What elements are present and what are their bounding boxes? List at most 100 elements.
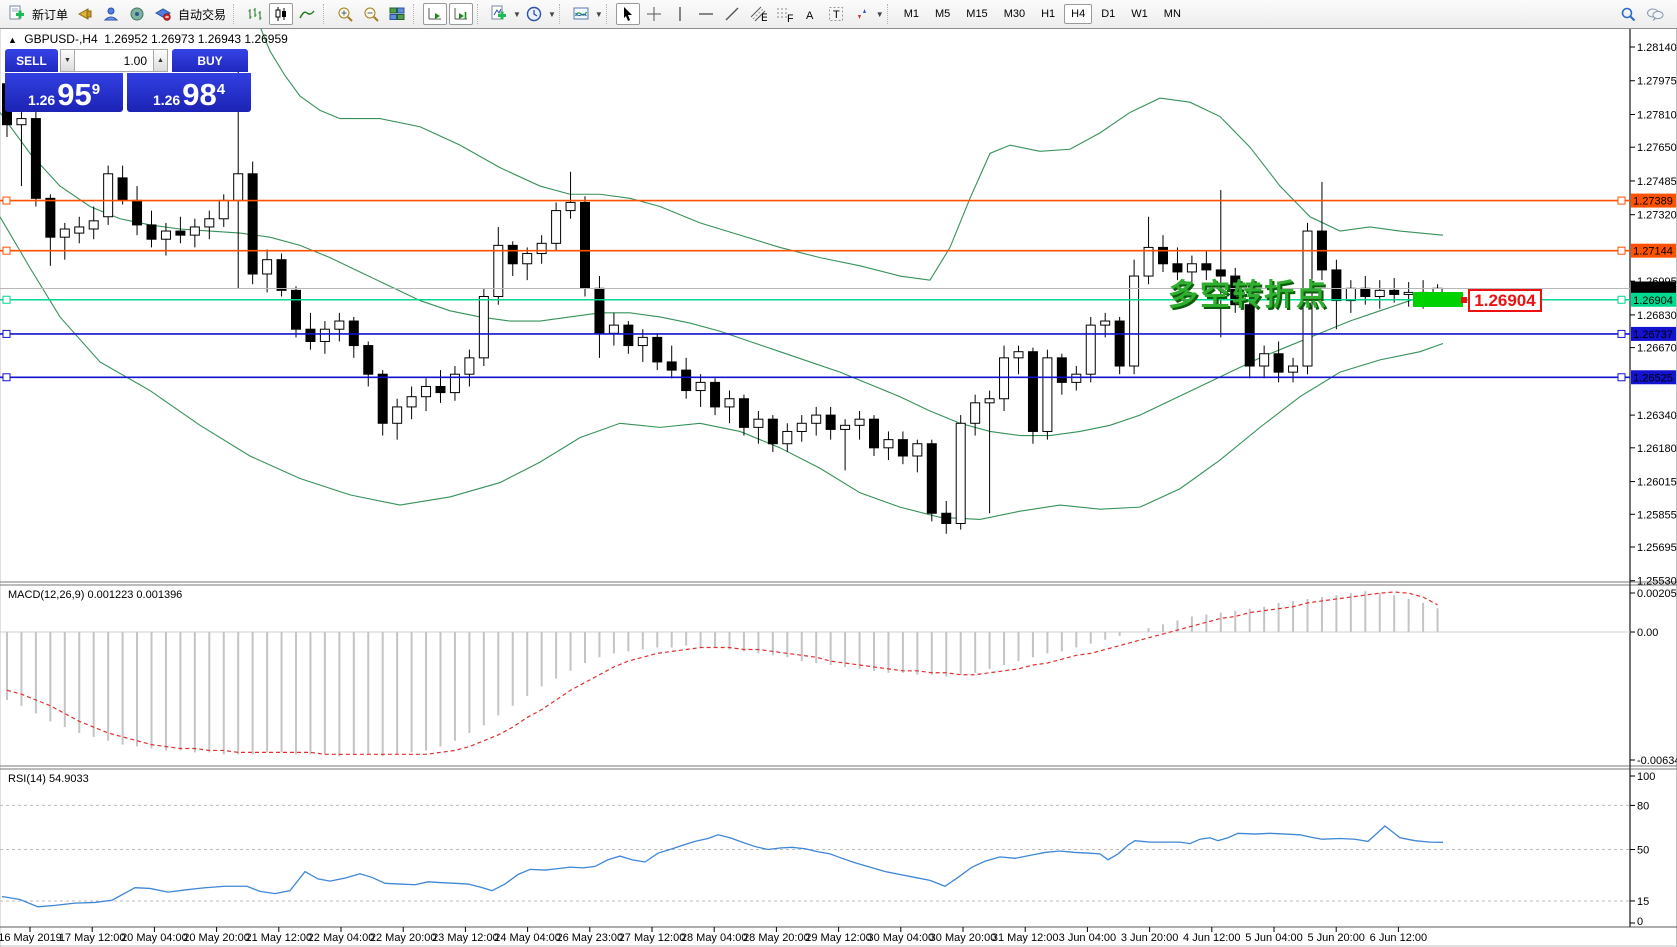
- sell-button[interactable]: SELL: [5, 49, 58, 72]
- periods-button[interactable]: [522, 3, 546, 25]
- text-label-tool-button[interactable]: T: [824, 3, 848, 25]
- candlestick: [552, 211, 561, 244]
- line-handle[interactable]: [1618, 296, 1625, 303]
- auto-trading-button[interactable]: [151, 3, 175, 25]
- candlestick: [638, 337, 647, 345]
- line-handle[interactable]: [1618, 247, 1625, 254]
- vertical-line-tool-button[interactable]: [668, 3, 692, 25]
- zoom-in-button[interactable]: [333, 3, 357, 25]
- templates-button[interactable]: [569, 3, 593, 25]
- ohlc-values: 1.26952 1.26973 1.26943 1.26959: [104, 32, 288, 46]
- candlestick: [479, 296, 488, 357]
- volume-decrease-button[interactable]: ▼: [60, 49, 75, 72]
- time-axis-label: 29 May 12:00: [805, 932, 872, 944]
- chart-canvas[interactable]: 1.281401.279751.278101.276501.274851.273…: [0, 0, 1677, 947]
- timeframe-m30[interactable]: M30: [997, 4, 1032, 24]
- search-button[interactable]: [1616, 3, 1640, 25]
- time-axis-label: 24 May 04:00: [494, 932, 561, 944]
- svg-text:80: 80: [1637, 800, 1649, 812]
- candlestick: [320, 329, 329, 341]
- indicators-button[interactable]: [487, 3, 511, 25]
- turning-point-annotation[interactable]: 多空转折点: [1168, 270, 1328, 314]
- toolbar-separator: [323, 4, 329, 24]
- candlestick: [422, 386, 431, 396]
- horizontal-line-tool-button[interactable]: [694, 3, 718, 25]
- candlestick: [1144, 247, 1153, 276]
- line-handle[interactable]: [1618, 330, 1625, 337]
- crosshair-tool-button[interactable]: [642, 3, 666, 25]
- candlestick: [1115, 321, 1124, 366]
- tile-windows-icon: [388, 5, 406, 23]
- candlestick: [566, 202, 575, 210]
- timeframe-m15[interactable]: M15: [959, 4, 994, 24]
- collapse-triangle-icon[interactable]: ▲: [8, 35, 17, 45]
- bar-chart-type-button[interactable]: [243, 3, 267, 25]
- timeframe-mn[interactable]: MN: [1157, 4, 1188, 24]
- line-handle[interactable]: [3, 296, 10, 303]
- fibonacci-tool-button[interactable]: F: [772, 3, 796, 25]
- candlestick: [393, 407, 402, 423]
- indicators-dropdown-caret[interactable]: ▼: [513, 10, 521, 19]
- buy-price-button[interactable]: 1.26 98 4: [127, 73, 251, 112]
- svg-text:1.27810: 1.27810: [1637, 109, 1677, 121]
- chat-button[interactable]: [1642, 3, 1668, 25]
- toolbar-separator: [477, 4, 483, 24]
- candlestick: [104, 174, 113, 217]
- timeframe-m5[interactable]: M5: [928, 4, 957, 24]
- green-highlight-rectangle[interactable]: [1413, 292, 1463, 307]
- arrows-dropdown-caret[interactable]: ▼: [876, 10, 884, 19]
- timeframe-h4[interactable]: H4: [1064, 4, 1092, 24]
- svg-text:F: F: [787, 13, 793, 23]
- equidistant-channel-tool-button[interactable]: E: [746, 3, 770, 25]
- new-order-button[interactable]: [5, 3, 29, 25]
- text-tool-button[interactable]: A: [798, 3, 822, 25]
- svg-text:1.26737: 1.26737: [1633, 329, 1673, 341]
- line-handle[interactable]: [3, 374, 10, 381]
- line-handle[interactable]: [1618, 197, 1625, 204]
- templates-dropdown-caret[interactable]: ▼: [595, 10, 603, 19]
- svg-text:1.25855: 1.25855: [1637, 509, 1677, 521]
- chart-shift-button[interactable]: [449, 3, 473, 25]
- level-lines[interactable]: [0, 197, 1630, 381]
- timeframe-w1[interactable]: W1: [1124, 4, 1155, 24]
- periods-dropdown-caret[interactable]: ▼: [548, 10, 556, 19]
- candlestick: [942, 513, 951, 523]
- new-order-label[interactable]: 新订单: [32, 6, 68, 23]
- chat-icon: [1645, 5, 1665, 23]
- line-chart-type-button[interactable]: [295, 3, 319, 25]
- market-watch-button[interactable]: [73, 3, 97, 25]
- buy-button[interactable]: BUY: [172, 49, 248, 72]
- candlestick: [523, 254, 532, 264]
- candlestick: [364, 346, 373, 375]
- sell-price-button[interactable]: 1.26 95 9: [5, 73, 123, 112]
- candlestick: [609, 325, 618, 333]
- auto-scroll-button[interactable]: [423, 3, 447, 25]
- line-handle[interactable]: [3, 247, 10, 254]
- horizontal-line-icon: [697, 5, 715, 23]
- candlestick: [436, 386, 445, 392]
- volume-input[interactable]: [75, 50, 153, 71]
- zoom-out-button[interactable]: [359, 3, 383, 25]
- auto-trading-label[interactable]: 自动交易: [178, 6, 226, 23]
- volume-increase-button[interactable]: ▲: [153, 49, 168, 72]
- timeframe-h1[interactable]: H1: [1034, 4, 1062, 24]
- line-handle[interactable]: [1618, 374, 1625, 381]
- candlestick-chart-type-button[interactable]: [269, 3, 293, 25]
- price-callout-box[interactable]: 1.26904: [1468, 289, 1542, 312]
- svg-text:-0.006347: -0.006347: [1637, 755, 1677, 767]
- tile-windows-button[interactable]: [385, 3, 409, 25]
- signals-button[interactable]: [125, 3, 149, 25]
- arrows-tool-button[interactable]: [850, 3, 874, 25]
- line-handle[interactable]: [3, 197, 10, 204]
- callout-anchor-square: [1461, 297, 1467, 303]
- time-axis-label: 5 Jun 04:00: [1245, 932, 1303, 944]
- time-axis-label: 27 May 12:00: [619, 932, 686, 944]
- profile-button[interactable]: [99, 3, 123, 25]
- timeframe-m1[interactable]: M1: [897, 4, 926, 24]
- candlestick: [682, 370, 691, 390]
- line-handle[interactable]: [3, 330, 10, 337]
- trendline-tool-button[interactable]: [720, 3, 744, 25]
- cursor-tool-button[interactable]: [616, 3, 640, 25]
- timeframe-d1[interactable]: D1: [1094, 4, 1122, 24]
- svg-text:1.25695: 1.25695: [1637, 542, 1677, 554]
